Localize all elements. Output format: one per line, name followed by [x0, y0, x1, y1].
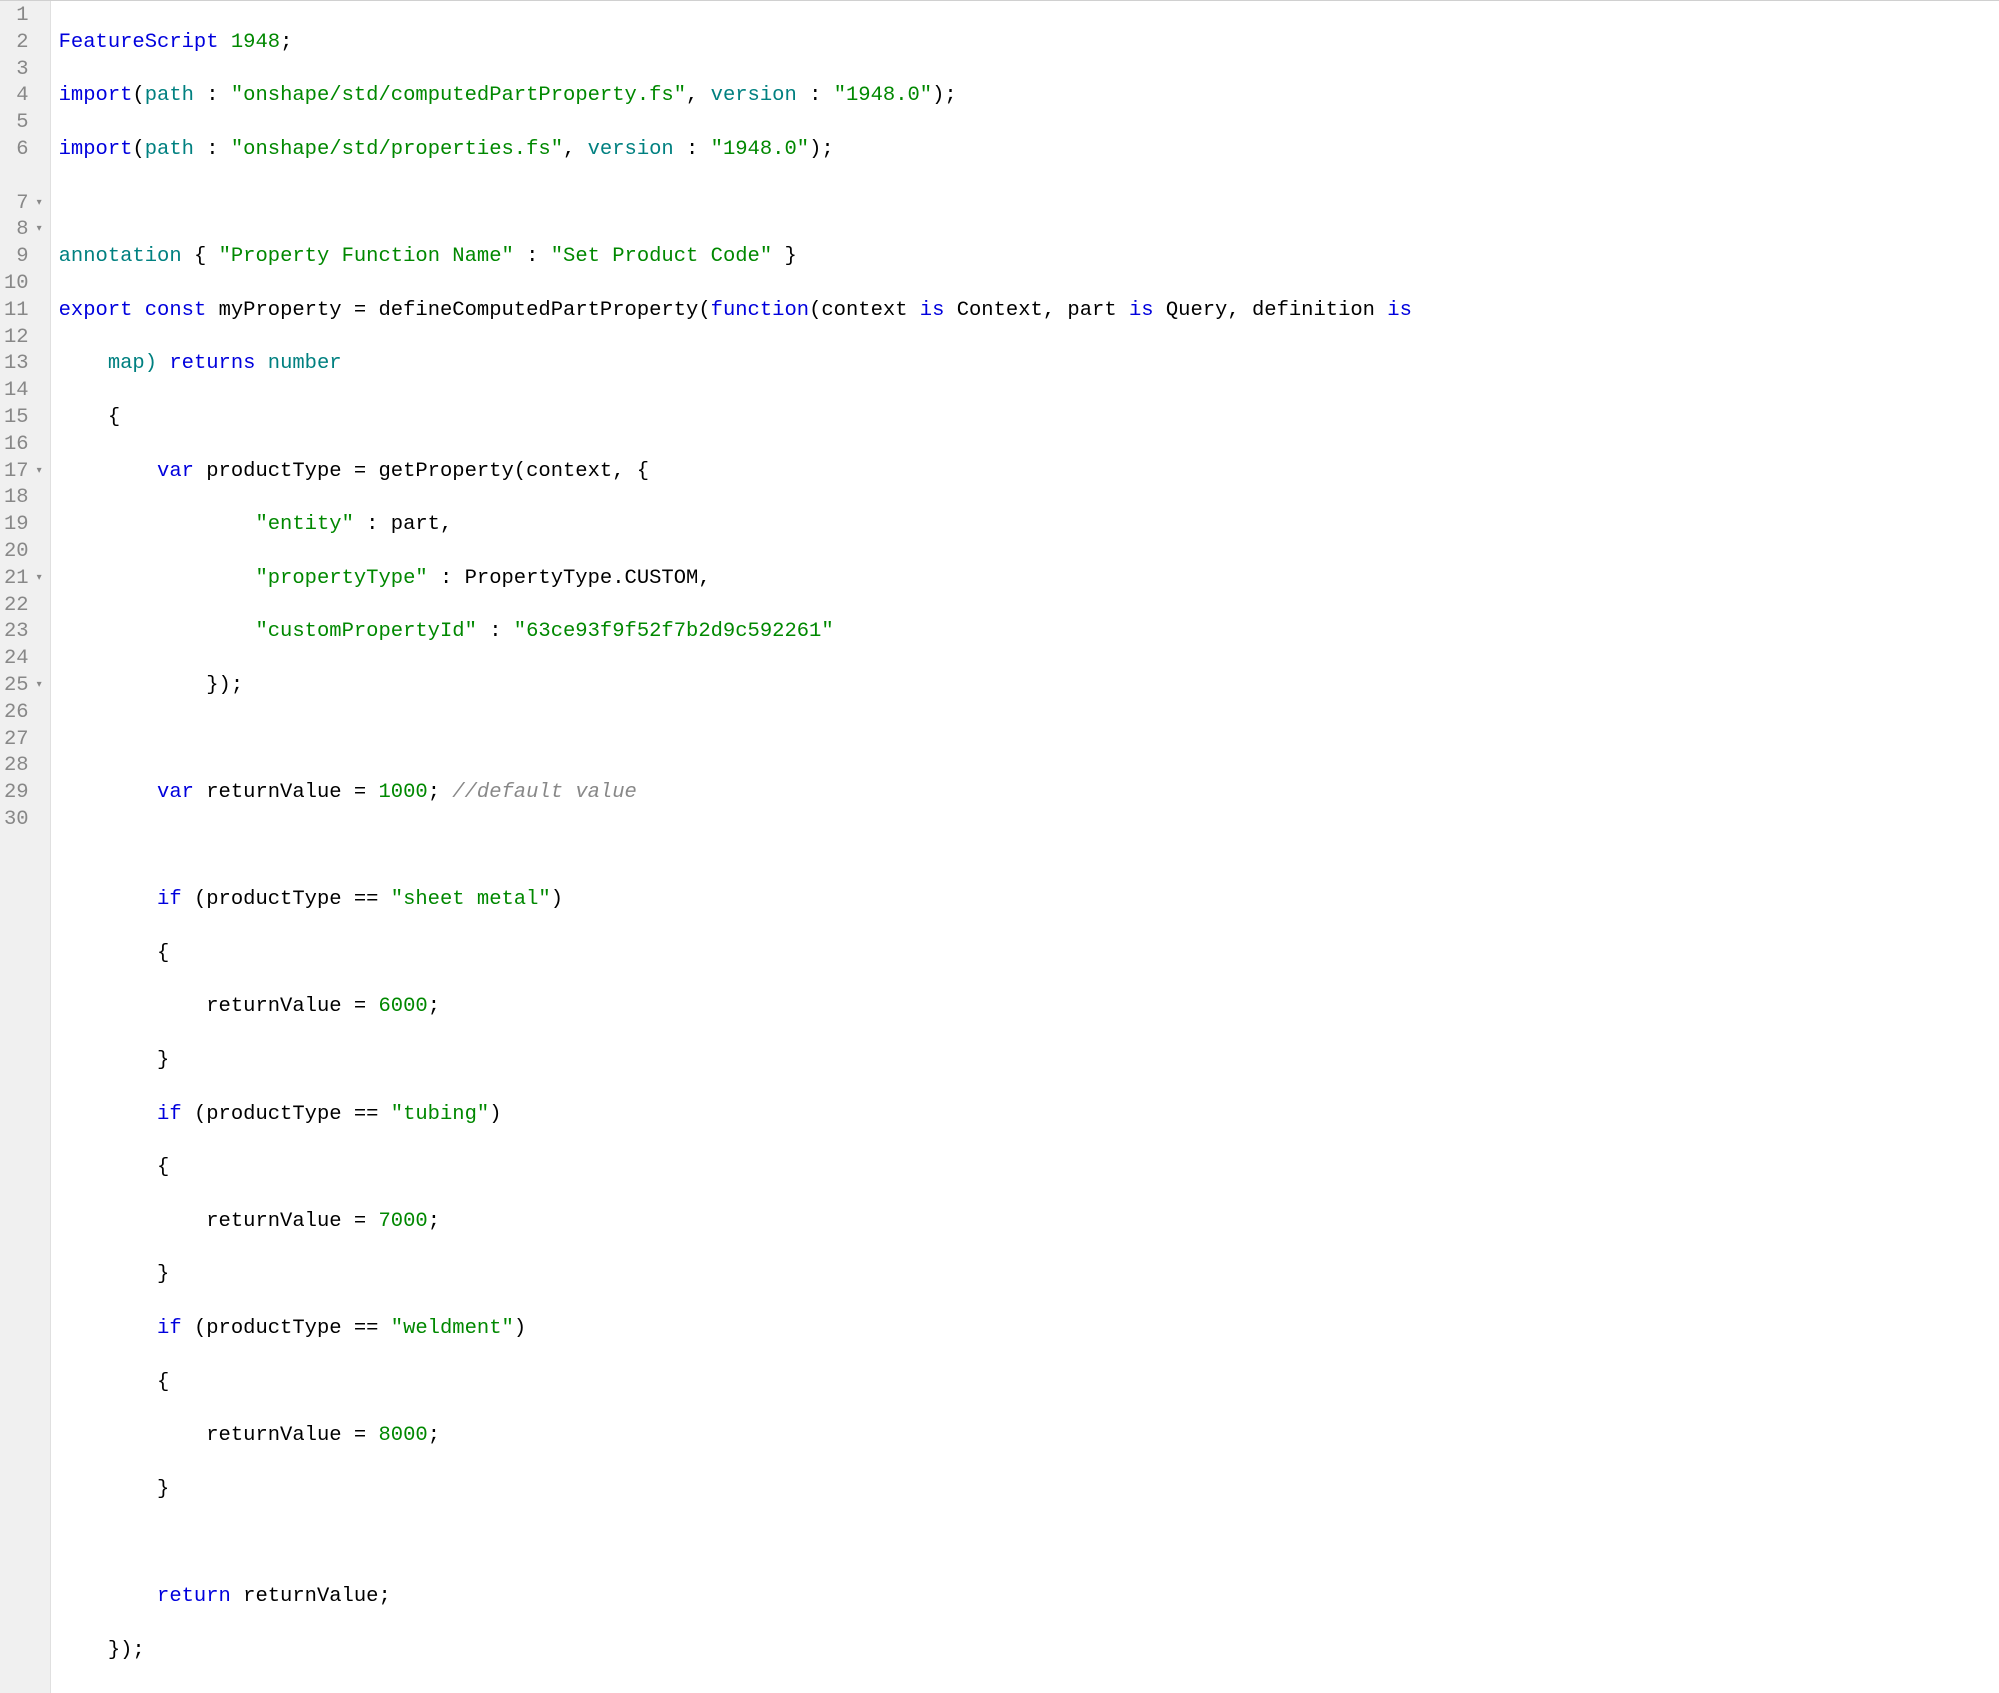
- line-number[interactable]: 29: [4, 780, 42, 807]
- line-number[interactable]: 15: [4, 405, 42, 432]
- line-number[interactable]: 27: [4, 727, 42, 754]
- code-line[interactable]: });: [59, 673, 1999, 700]
- code-line[interactable]: "customPropertyId" : "63ce93f9f52f7b2d9c…: [59, 619, 1999, 646]
- line-number[interactable]: 17▾: [4, 459, 42, 486]
- code-line[interactable]: }: [59, 1477, 1999, 1504]
- line-number[interactable]: 21▾: [4, 566, 42, 593]
- code-line[interactable]: if (productType == "tubing"): [59, 1102, 1999, 1129]
- line-number[interactable]: 28: [4, 753, 42, 780]
- line-number[interactable]: 11: [4, 298, 42, 325]
- line-number[interactable]: 26: [4, 700, 42, 727]
- code-line[interactable]: {: [59, 1370, 1999, 1397]
- code-line[interactable]: returnValue = 8000;: [59, 1423, 1999, 1450]
- line-number[interactable]: 9: [4, 244, 42, 271]
- line-number[interactable]: 30: [4, 807, 42, 834]
- code-line[interactable]: }: [59, 1262, 1999, 1289]
- code-line[interactable]: {: [59, 405, 1999, 432]
- code-line[interactable]: [59, 834, 1999, 861]
- code-line[interactable]: annotation { "Property Function Name" : …: [59, 244, 1999, 271]
- code-line[interactable]: return returnValue;: [59, 1584, 1999, 1611]
- line-number[interactable]: 7▾: [4, 191, 42, 218]
- code-line[interactable]: export const myProperty = defineComputed…: [59, 298, 1999, 325]
- code-line[interactable]: {: [59, 1155, 1999, 1182]
- code-line[interactable]: [59, 1530, 1999, 1557]
- line-number[interactable]: 6: [4, 164, 42, 191]
- line-number[interactable]: 10: [4, 271, 42, 298]
- line-number[interactable]: 19: [4, 512, 42, 539]
- line-number[interactable]: 4: [4, 83, 42, 110]
- line-number[interactable]: 14: [4, 378, 42, 405]
- code-editor[interactable]: FeatureScript 1948; import(path : "onsha…: [51, 1, 1999, 1693]
- line-number-gutter: 1 2 3 4 5 6 6 7▾ 8▾ 9 10 11 12 13 14 15 …: [0, 1, 51, 1693]
- code-line[interactable]: "entity" : part,: [59, 512, 1999, 539]
- code-line[interactable]: if (productType == "sheet metal"): [59, 887, 1999, 914]
- line-number[interactable]: 1: [4, 3, 42, 30]
- line-number[interactable]: 25▾: [4, 673, 42, 700]
- line-number[interactable]: 18: [4, 485, 42, 512]
- fold-icon[interactable]: ▾: [32, 566, 42, 593]
- line-number[interactable]: 22: [4, 593, 42, 620]
- fold-icon[interactable]: ▾: [32, 459, 42, 486]
- code-line[interactable]: var productType = getProperty(context, {: [59, 459, 1999, 486]
- fold-icon[interactable]: ▾: [32, 673, 42, 700]
- code-line[interactable]: [59, 727, 1999, 754]
- code-line[interactable]: import(path : "onshape/std/properties.fs…: [59, 137, 1999, 164]
- line-number[interactable]: 8▾: [4, 217, 42, 244]
- fold-icon[interactable]: ▾: [32, 217, 42, 244]
- code-line[interactable]: });: [59, 1638, 1999, 1665]
- line-number[interactable]: 12: [4, 325, 42, 352]
- code-line[interactable]: {: [59, 941, 1999, 968]
- line-number[interactable]: 16: [4, 432, 42, 459]
- code-line[interactable]: }: [59, 1048, 1999, 1075]
- line-number[interactable]: 24: [4, 646, 42, 673]
- code-line[interactable]: [59, 191, 1999, 218]
- line-number[interactable]: 20: [4, 539, 42, 566]
- line-number[interactable]: 23: [4, 619, 42, 646]
- fold-icon[interactable]: ▾: [32, 191, 42, 218]
- code-line[interactable]: if (productType == "weldment"): [59, 1316, 1999, 1343]
- code-line[interactable]: returnValue = 6000;: [59, 994, 1999, 1021]
- line-number[interactable]: 6: [4, 137, 42, 164]
- code-line[interactable]: FeatureScript 1948;: [59, 30, 1999, 57]
- code-line[interactable]: var returnValue = 1000; //default value: [59, 780, 1999, 807]
- line-number[interactable]: 2: [4, 30, 42, 57]
- line-number[interactable]: 3: [4, 57, 42, 84]
- code-line[interactable]: returnValue = 7000;: [59, 1209, 1999, 1236]
- code-line[interactable]: import(path : "onshape/std/computedPartP…: [59, 83, 1999, 110]
- line-number[interactable]: 5: [4, 110, 42, 137]
- code-line[interactable]: map) returns number: [59, 351, 1999, 378]
- line-number[interactable]: 13: [4, 351, 42, 378]
- code-line[interactable]: "propertyType" : PropertyType.CUSTOM,: [59, 566, 1999, 593]
